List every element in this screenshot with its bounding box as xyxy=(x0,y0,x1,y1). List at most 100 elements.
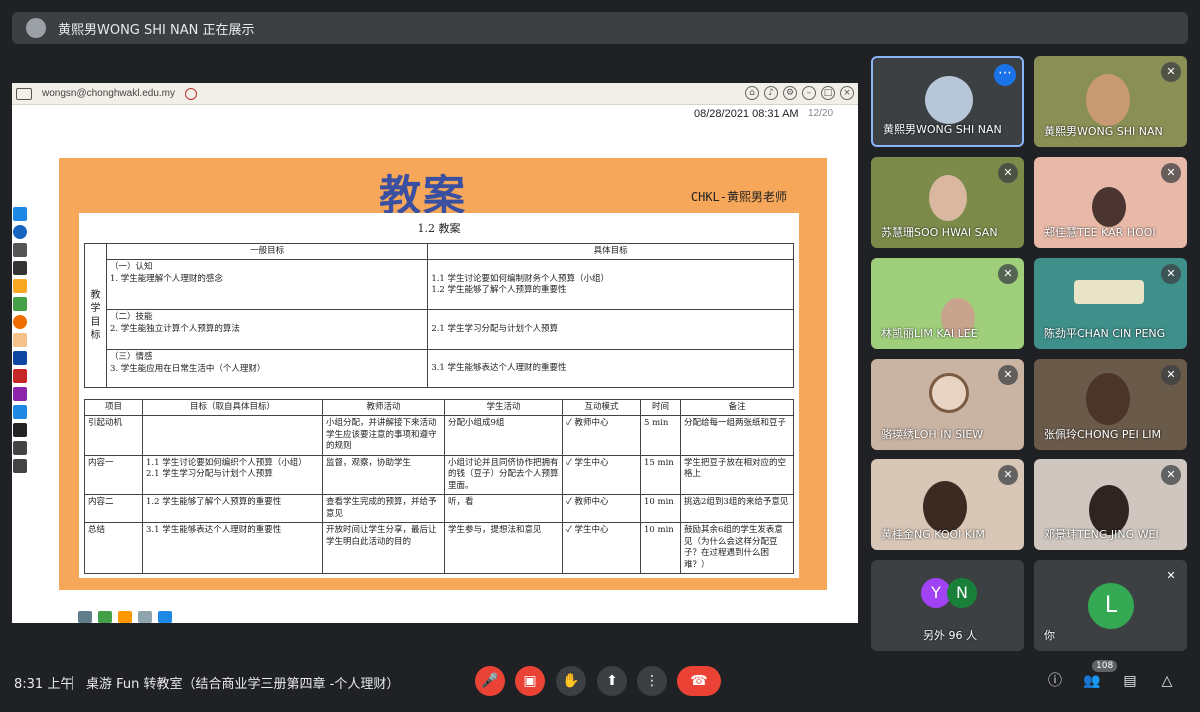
table-cell: 学生把豆子放在相对应的空格上 xyxy=(680,454,794,496)
table-cell: ✓ 学生中心 xyxy=(562,454,641,496)
participant-tile[interactable]: ✕ 郑佳慧TEE KAR HOOI xyxy=(1034,157,1187,248)
minimize-icon[interactable]: – xyxy=(802,86,816,100)
goals-side-label: 教学目标 xyxy=(84,242,107,389)
users-icon[interactable] xyxy=(13,225,27,239)
video-feed xyxy=(1086,373,1130,425)
people-icon[interactable]: 👥 xyxy=(1083,672,1101,690)
table-cell: 1.2 学生能够了解个人预算的重要性 xyxy=(142,494,323,524)
pen-icon[interactable] xyxy=(13,369,27,383)
clock: 8:31 上午 xyxy=(14,677,74,692)
table-cell: 分配给每一组两张纸和豆子 xyxy=(680,415,794,456)
avatar xyxy=(925,76,973,124)
video-feed xyxy=(1092,187,1126,227)
participant-tile[interactable]: ✕ 张佩玲CHONG PEI LIM xyxy=(1034,359,1187,450)
participant-name: 张佩玲CHONG PEI LIM xyxy=(1044,428,1162,441)
mic-toggle-button[interactable]: 🎤 xyxy=(475,666,505,696)
bell-icon[interactable]: ♪ xyxy=(764,86,778,100)
shared-screen: wongsn@chonghwakl.edu.my ⌂ ♪ ⚙ – □ × 08/… xyxy=(12,83,858,623)
windows-icon[interactable] xyxy=(13,207,27,221)
tools-icon[interactable] xyxy=(13,297,27,311)
move-icon[interactable] xyxy=(13,261,27,275)
participant-tile[interactable]: ✕ 邓景玮TENG JING WEI xyxy=(1034,459,1187,550)
col-header: 互动模式 xyxy=(562,398,641,417)
table-cell: 查看学生完成的预算，并给予意见 xyxy=(322,494,445,524)
goals-header-specific: 具体目标 xyxy=(427,242,794,261)
info-icon[interactable]: ⓘ xyxy=(1046,672,1064,690)
more-options-button[interactable]: ⋮ xyxy=(637,666,667,696)
goal-general: （二）技能 2. 学生能独立计算个人预算的算法 xyxy=(105,309,429,351)
divider xyxy=(72,676,73,690)
people-count-badge: 108 xyxy=(1092,660,1118,672)
slide-date: 08/28/2021 08:31 AM xyxy=(694,108,799,120)
sheet-icon[interactable] xyxy=(98,611,112,623)
table-row: 引起动机 小组分配，并讲解接下来活动学生应该要注意的事项和遵守的规则 分配小组成… xyxy=(84,415,794,456)
goal-general: （三）情感 3. 学生能应用在日常生活中（个人理财） xyxy=(105,349,429,389)
close-icon[interactable]: × xyxy=(840,86,854,100)
participant-tile[interactable]: ✕ 黄桂金NG KOOI KIM xyxy=(871,459,1024,550)
annotation-toolbar xyxy=(12,207,28,477)
browser-icon[interactable] xyxy=(13,315,27,329)
goals-table: 教学目标 一般目标 具体目标 （一）认知 1. 学生能理解个人理财的感念 1.1… xyxy=(84,242,794,389)
line-icon[interactable] xyxy=(138,611,152,623)
arrows-icon[interactable] xyxy=(78,611,92,623)
camera-icon[interactable] xyxy=(13,243,27,257)
table-cell: 15 min xyxy=(640,454,681,496)
self-label: 你 xyxy=(1044,629,1055,642)
col-header: 学生活动 xyxy=(444,398,563,417)
camera-toggle-button[interactable]: ▣ xyxy=(515,666,545,696)
shapes-icon[interactable] xyxy=(13,405,27,419)
table-cell: 10 min xyxy=(640,494,681,524)
participant-tile[interactable]: ✕ 林凯丽LIM KAI LEE xyxy=(871,258,1024,349)
video-feed xyxy=(1086,74,1130,126)
presenting-banner: 黄熙男WONG SHI NAN 正在展示 xyxy=(12,12,1188,44)
participant-tile[interactable]: ✕ 骆瑛绣LOH IN SIEW xyxy=(871,359,1024,450)
cast-icon[interactable]: ⌂ xyxy=(745,86,759,100)
col-header: 备注 xyxy=(680,398,794,417)
participant-tile-self[interactable]: ⋯ 黄熙男WONG SHI NAN xyxy=(871,56,1024,147)
leave-call-button[interactable]: ☎ xyxy=(677,666,721,696)
chat-icon[interactable]: ▤ xyxy=(1121,672,1139,690)
hand-icon[interactable] xyxy=(13,333,27,347)
others-tile[interactable]: Y N 另外 96 人 xyxy=(871,560,1024,651)
text-icon[interactable] xyxy=(13,423,27,437)
slide-subtitle: 1.2 教案 xyxy=(417,222,461,235)
participant-tile[interactable]: ✕ 黄熙男WONG SHI NAN xyxy=(1034,56,1187,147)
avatar: N xyxy=(947,578,977,608)
sync-icon[interactable] xyxy=(185,87,198,100)
table-cell: 挑选2组到3组的来给予意见 xyxy=(680,494,794,524)
table-row: 内容二 1.2 学生能够了解个人预算的重要性 查看学生完成的预算，并给予意见 听… xyxy=(84,494,794,524)
image-icon[interactable] xyxy=(118,611,132,623)
participant-name: 黄熙男WONG SHI NAN xyxy=(1044,125,1163,138)
activities-icon[interactable]: △ xyxy=(1158,672,1176,690)
self-tile[interactable]: L ✕ 你 xyxy=(1034,560,1187,651)
present-button[interactable]: ⬆ xyxy=(597,666,627,696)
eraser-icon[interactable] xyxy=(13,387,27,401)
meeting-title: 桌游 Fun 转教室（结合商业学三册第四章 -个人理财） xyxy=(86,677,400,692)
classwiz-email: wongsn@chonghwakl.edu.my xyxy=(42,88,176,99)
window-icon[interactable] xyxy=(158,611,172,623)
goals-header-general: 一般目标 xyxy=(105,242,429,261)
mic-off-icon: ✕ xyxy=(998,365,1018,385)
mic-off-icon: ✕ xyxy=(1161,465,1181,485)
restore-icon[interactable]: □ xyxy=(821,86,835,100)
table-cell: 听，看 xyxy=(444,494,563,524)
participant-tile[interactable]: ✕ 苏慧珊SOO HWAI SAN xyxy=(871,157,1024,248)
participant-tile[interactable]: ✕ 陈劲平CHAN CIN PENG xyxy=(1034,258,1187,349)
mic-off-icon: ✕ xyxy=(998,163,1018,183)
participant-name: 郑佳慧TEE KAR HOOI xyxy=(1044,226,1156,239)
slide-page-counter: 12/20 xyxy=(808,108,834,119)
slide-author: CHKL-黄熙男老师 xyxy=(690,190,787,204)
pointer-icon[interactable] xyxy=(13,351,27,365)
table-cell: 开放时间让学生分享，最后让学生明白此活动的目的 xyxy=(322,522,445,575)
undo-icon[interactable] xyxy=(13,441,27,455)
table-cell: ✓ 教师中心 xyxy=(562,494,641,524)
gear-icon[interactable]: ⚙ xyxy=(783,86,797,100)
redo-icon[interactable] xyxy=(13,459,27,473)
participant-name: 黄桂金NG KOOI KIM xyxy=(881,528,985,541)
more-options-icon[interactable]: ⋯ xyxy=(994,64,1016,86)
table-cell: 总结 xyxy=(84,522,143,575)
table-row: 总结 3.1 学生能够表达个人理财的重要性 开放时间让学生分享，最后让学生明白此… xyxy=(84,522,794,575)
classwiz-toolbar: wongsn@chonghwakl.edu.my ⌂ ♪ ⚙ – □ × xyxy=(12,83,858,105)
raise-hand-button[interactable]: ✋ xyxy=(556,666,586,696)
folder-icon[interactable] xyxy=(13,279,27,293)
